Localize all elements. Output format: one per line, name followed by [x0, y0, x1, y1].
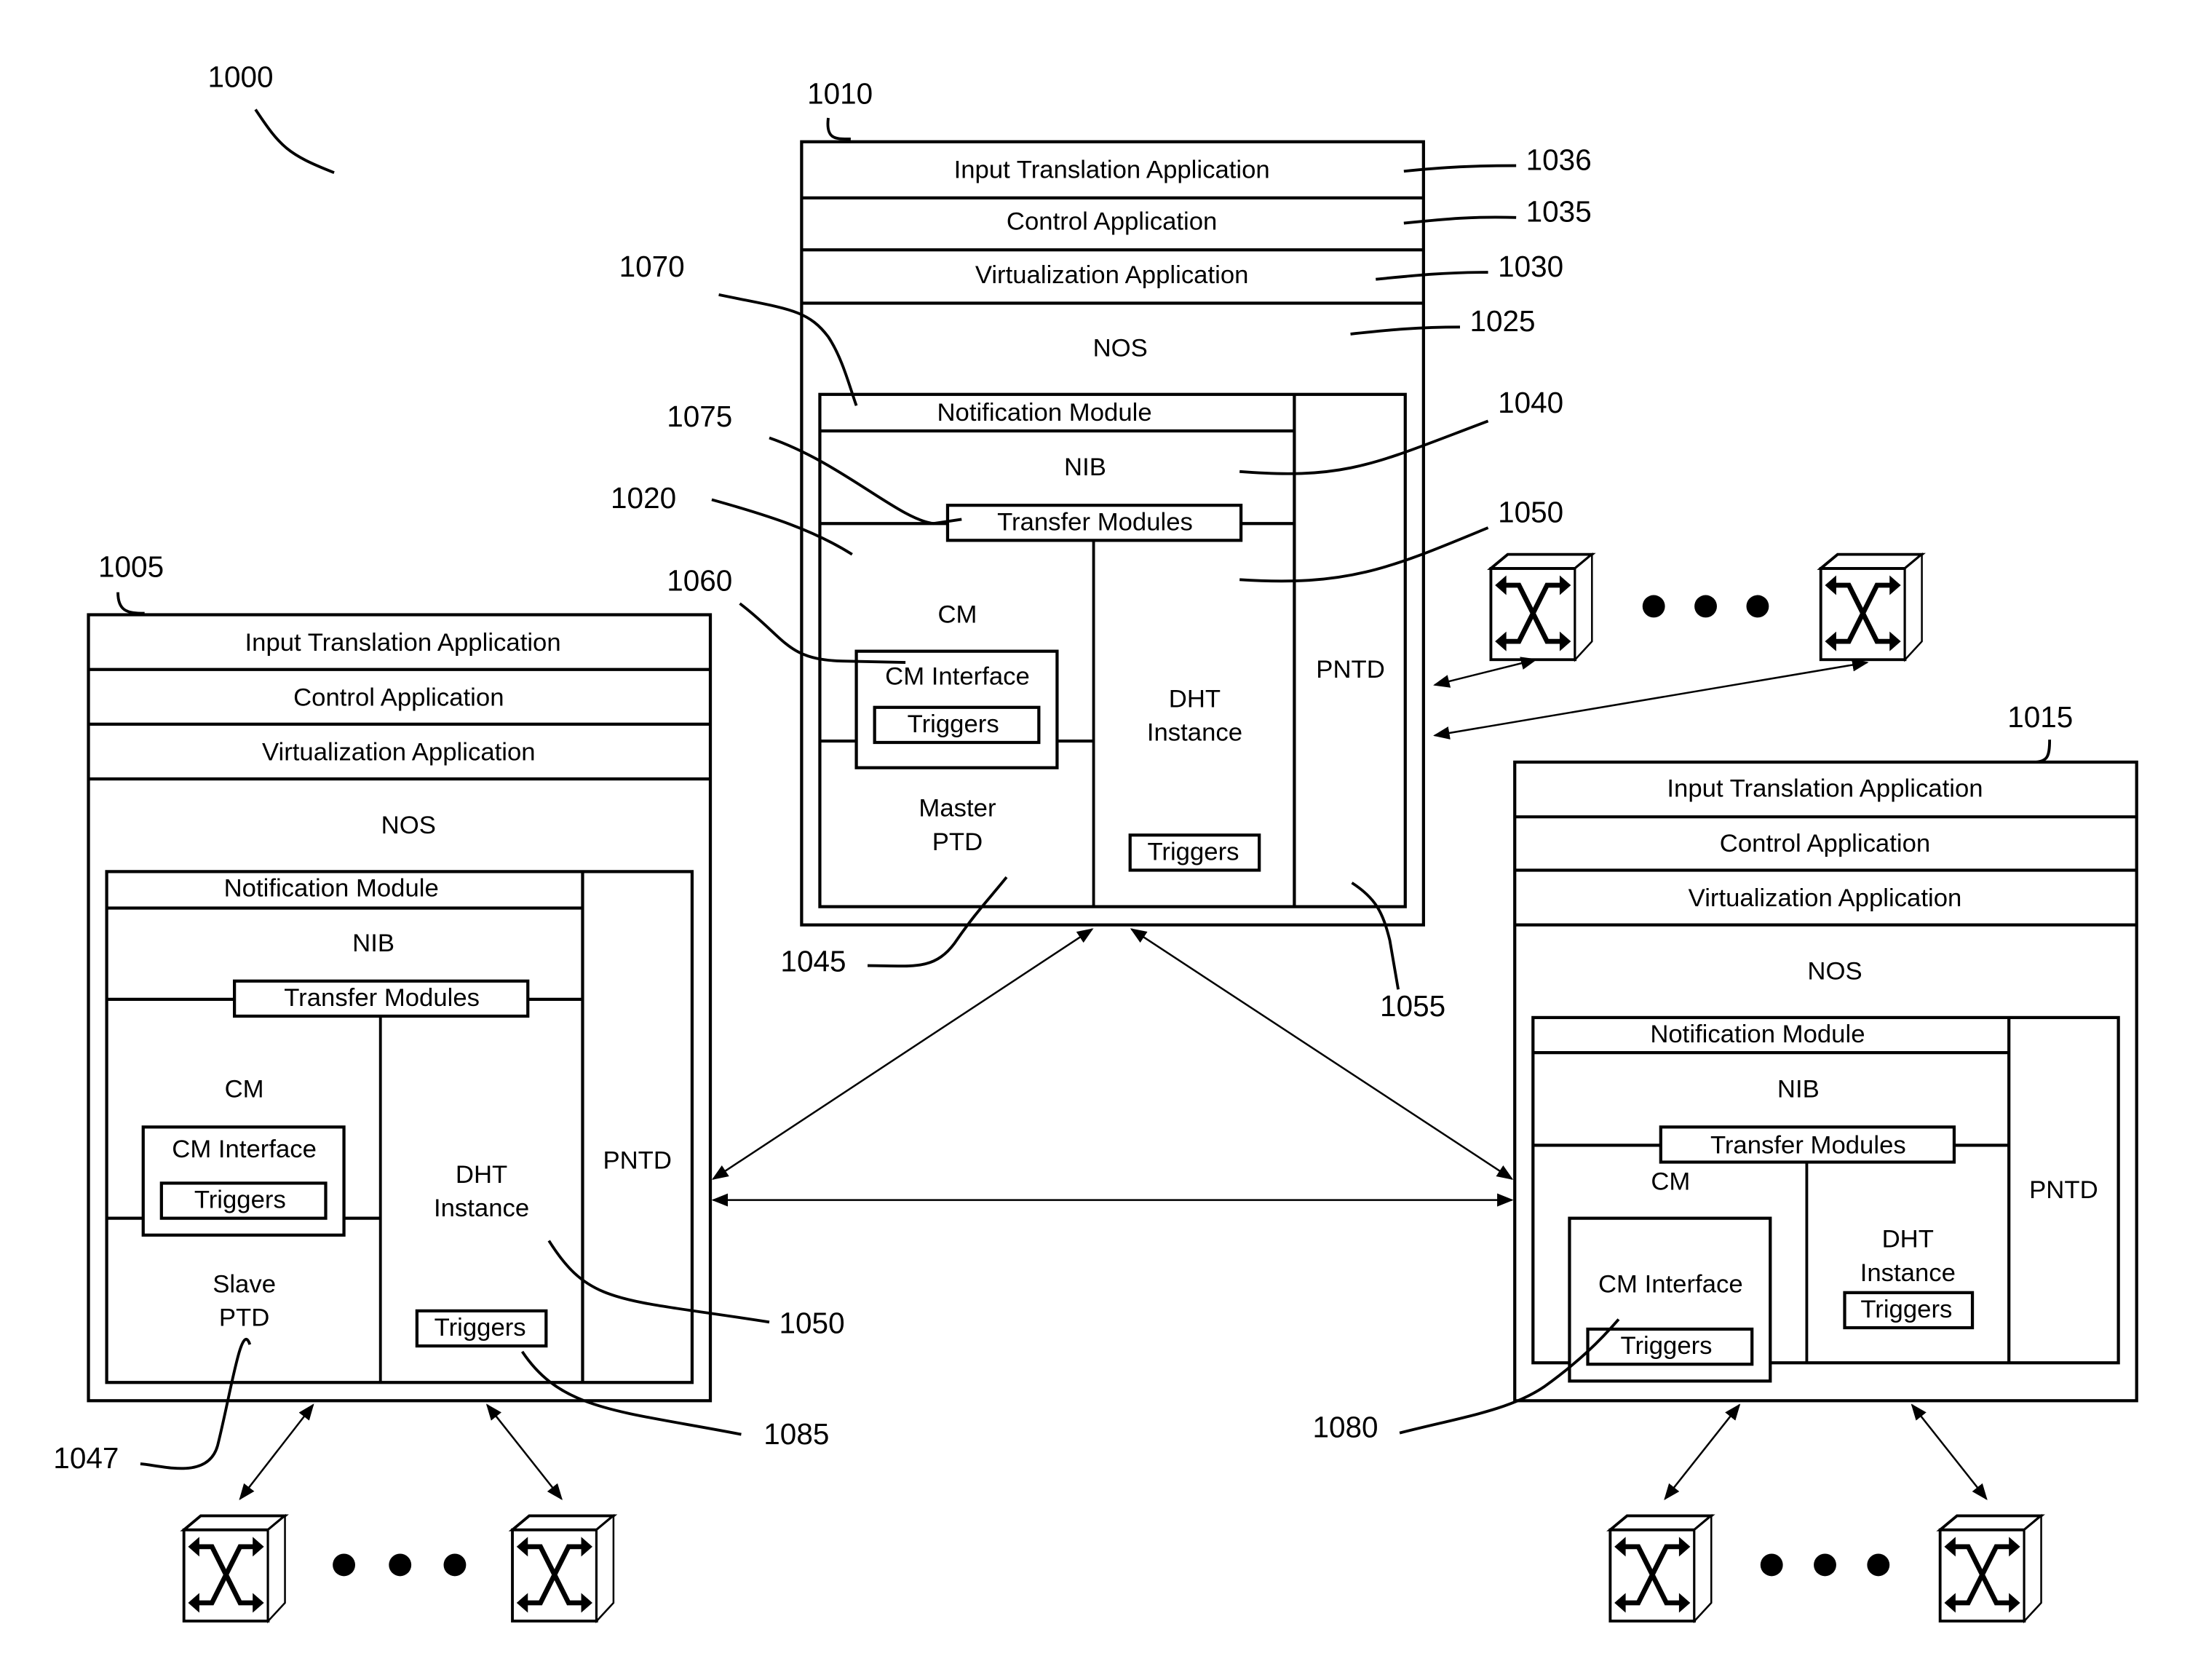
controller-center-ref-leader: [826, 117, 851, 140]
dht-label-line1: DHT: [456, 1161, 507, 1189]
ref-1025: 1025: [1470, 304, 1536, 338]
notification-module: Notification Module: [1650, 1021, 1865, 1048]
ref-1080: 1080: [1312, 1410, 1378, 1443]
ellipsis-dot: [389, 1553, 412, 1577]
ellipsis-dot: [1814, 1553, 1836, 1577]
transfer-modules-label: Transfer Modules: [997, 508, 1193, 536]
cm-label: CM: [225, 1075, 264, 1103]
switch-icon: [184, 1515, 285, 1621]
ellipsis-dot: [1867, 1553, 1890, 1577]
pntd-label: PNTD: [2029, 1176, 2098, 1204]
dht-triggers-label: Triggers: [1148, 838, 1239, 865]
dht-triggers-label: Triggers: [435, 1314, 526, 1342]
switch-icon: [1940, 1515, 2042, 1621]
ref-1060: 1060: [667, 564, 732, 598]
controller-center-ref: 1010: [807, 77, 873, 111]
link-arrow: [1911, 1403, 1988, 1501]
cm-triggers-label: Triggers: [1621, 1332, 1713, 1360]
notification-module: Notification Module: [937, 399, 1151, 427]
layer-input-translation: Input Translation Application: [245, 629, 561, 657]
switch-icon: [1610, 1515, 1711, 1621]
ptd-label-line1: Master: [919, 795, 996, 823]
ref-1085: 1085: [763, 1417, 829, 1451]
dht-label-line2: Instance: [1147, 719, 1242, 747]
controller-left: 1005 Input Translation Application Contr…: [87, 550, 713, 1403]
diagram-canvas: 1000 1010 Input Translation Application …: [53, 60, 2138, 1680]
ellipsis-dot: [443, 1553, 467, 1577]
cm-interface-label: CM Interface: [172, 1136, 317, 1163]
ref-1047: 1047: [53, 1441, 119, 1475]
cm-triggers-label: Triggers: [908, 710, 999, 738]
nib-label: NIB: [1064, 453, 1106, 481]
ref-1075: 1075: [667, 400, 732, 433]
ellipsis-dot: [1746, 595, 1769, 618]
ref-1035: 1035: [1526, 195, 1592, 229]
controller-center: 1010 Input Translation Application Contr…: [800, 77, 1425, 927]
link-arrow: [1664, 1403, 1741, 1501]
ref-1020: 1020: [611, 481, 676, 515]
ref-1040: 1040: [1498, 386, 1563, 419]
controller-right-ref: 1015: [2007, 700, 2073, 734]
ref-1070: 1070: [619, 250, 685, 283]
layer-control-application: Control Application: [293, 684, 504, 711]
ref-1030: 1030: [1498, 250, 1563, 283]
controller-link-center-right: [1130, 928, 1514, 1180]
figure-ref-leader: [254, 108, 335, 174]
ref-1050-left: 1050: [779, 1307, 845, 1340]
ellipsis-dot: [1642, 595, 1665, 618]
ellipsis-dot: [333, 1553, 355, 1577]
nib-label: NIB: [352, 930, 394, 957]
switch-icon: [1491, 555, 1592, 660]
layer-virtualization: Virtualization Application: [1689, 884, 1962, 912]
cm-triggers-label: Triggers: [194, 1186, 286, 1214]
dht-label-line1: DHT: [1169, 685, 1221, 713]
layer-control-application: Control Application: [1007, 208, 1217, 236]
link-arrow: [1433, 657, 1538, 688]
link-arrow: [1433, 658, 1869, 740]
switch-icon: [1821, 555, 1922, 660]
cm-interface-label: CM Interface: [1598, 1270, 1743, 1298]
transfer-modules-label: Transfer Modules: [284, 984, 480, 1012]
nib-label: NIB: [1777, 1075, 1820, 1103]
layer-virtualization: Virtualization Application: [975, 261, 1249, 289]
nos-label: NOS: [381, 812, 436, 839]
dht-label-line2: Instance: [434, 1194, 529, 1222]
layer-virtualization: Virtualization Application: [262, 739, 536, 766]
dht-triggers-label: Triggers: [1860, 1296, 1952, 1323]
controller-right: 1015 Input Translation Application Contr…: [1513, 700, 2138, 1403]
nos-label: NOS: [1807, 957, 1862, 985]
pntd-label: PNTD: [1316, 656, 1384, 684]
pntd-label: PNTD: [603, 1147, 671, 1175]
ref-1055: 1055: [1380, 989, 1445, 1023]
ptd-label-line2: PTD: [932, 828, 983, 856]
layer-input-translation: Input Translation Application: [954, 156, 1270, 183]
nos-label: NOS: [1093, 334, 1148, 362]
ref-1036: 1036: [1526, 143, 1592, 176]
ellipsis-dot: [1760, 1553, 1783, 1577]
dht-label-line2: Instance: [1860, 1259, 1956, 1287]
link-arrow: [485, 1403, 563, 1501]
transfer-modules-label: Transfer Modules: [1710, 1131, 1906, 1159]
controller-left-ref-leader: [116, 592, 145, 615]
controller-right-ref-leader: [2035, 740, 2052, 764]
switch-icon: [512, 1515, 614, 1621]
ptd-label-line2: PTD: [219, 1304, 269, 1332]
notification-module: Notification Module: [224, 875, 439, 903]
ellipsis-dot: [1694, 595, 1717, 618]
layer-input-translation: Input Translation Application: [1667, 775, 1983, 803]
dht-label-line1: DHT: [1882, 1226, 1934, 1253]
controller-left-ref: 1005: [98, 550, 164, 583]
ptd-label-line1: Slave: [213, 1270, 276, 1298]
cm-label: CM: [937, 601, 977, 629]
layer-control-application: Control Application: [1720, 830, 1930, 857]
ref-1045: 1045: [780, 944, 846, 978]
ref-1050-center: 1050: [1498, 495, 1563, 528]
figure-ref-label: 1000: [207, 60, 273, 94]
cm-label: CM: [1651, 1168, 1690, 1196]
link-arrow: [239, 1403, 314, 1501]
cm-interface-label: CM Interface: [885, 662, 1030, 690]
